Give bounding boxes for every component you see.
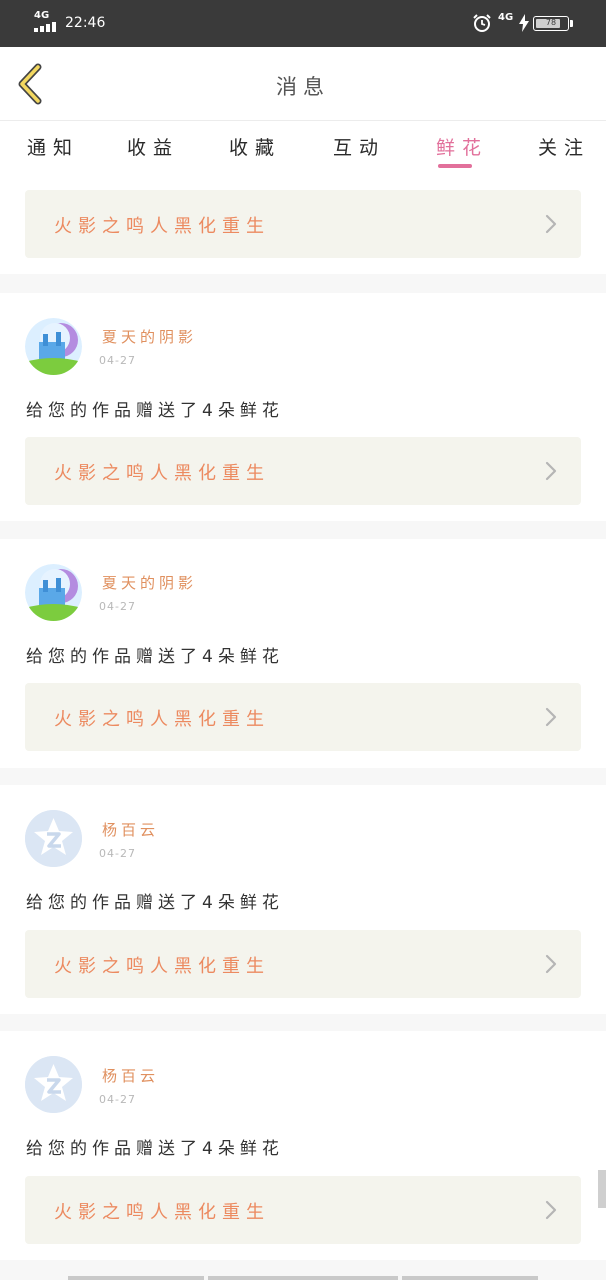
user-name[interactable]: 杨百云 bbox=[102, 819, 159, 840]
battery-icon: 78 bbox=[533, 16, 569, 31]
work-link[interactable]: 火影之鸣人黑化重生 bbox=[25, 930, 581, 998]
active-tab-indicator bbox=[438, 164, 472, 168]
work-title: 火影之鸣人黑化重生 bbox=[54, 956, 270, 977]
avatar[interactable] bbox=[25, 1056, 82, 1113]
work-link[interactable]: 火影之鸣人黑化重生 bbox=[25, 437, 581, 505]
tab-flowers[interactable]: 鲜花 bbox=[436, 133, 488, 160]
work-title: 火影之鸣人黑化重生 bbox=[54, 709, 270, 730]
user-name[interactable]: 夏天的阴影 bbox=[102, 572, 197, 593]
default-avatar-icon bbox=[25, 1056, 82, 1113]
message-card: 杨百云 04-27 给您的作品赠送了4朵鲜花 火影之鸣人黑化重生 bbox=[0, 785, 606, 1014]
chevron-right-icon bbox=[545, 1200, 557, 1220]
user-name[interactable]: 杨百云 bbox=[102, 1065, 159, 1086]
header: 消息 bbox=[0, 47, 606, 121]
message-text: 给您的作品赠送了4朵鲜花 bbox=[26, 1139, 284, 1159]
message-card: 夏天的阴影 04-27 给您的作品赠送了4朵鲜花 火影之鸣人黑化重生 bbox=[0, 539, 606, 768]
tab-interactions[interactable]: 互动 bbox=[333, 133, 385, 160]
avatar[interactable] bbox=[25, 318, 82, 375]
user-name[interactable]: 夏天的阴影 bbox=[102, 326, 197, 347]
work-title: 火影之鸣人黑化重生 bbox=[54, 216, 270, 237]
bottom-tab-stub bbox=[402, 1276, 538, 1280]
charging-icon bbox=[519, 14, 529, 32]
default-avatar-icon bbox=[25, 810, 82, 867]
tab-favorites[interactable]: 收藏 bbox=[229, 133, 281, 160]
signal-icon bbox=[34, 22, 60, 32]
status-bar: 4G 22:46 4G 78 bbox=[0, 0, 606, 47]
chevron-right-icon bbox=[545, 707, 557, 727]
message-card: 夏天的阴影 04-27 给您的作品赠送了4朵鲜花 火影之鸣人黑化重生 bbox=[0, 293, 606, 521]
bottom-tab-stub bbox=[208, 1276, 398, 1280]
message-text: 给您的作品赠送了4朵鲜花 bbox=[26, 893, 284, 913]
chevron-right-icon bbox=[545, 214, 557, 234]
castle-avatar-icon bbox=[25, 564, 82, 621]
network-type-secondary: 4G bbox=[498, 12, 514, 23]
message-card: 杨百云 04-27 给您的作品赠送了4朵鲜花 火影之鸣人黑化重生 bbox=[0, 1031, 606, 1260]
battery-tip bbox=[570, 20, 573, 27]
network-type: 4G bbox=[34, 10, 50, 21]
avatar[interactable] bbox=[25, 810, 82, 867]
work-title: 火影之鸣人黑化重生 bbox=[54, 463, 270, 484]
work-title: 火影之鸣人黑化重生 bbox=[54, 1202, 270, 1223]
page-title: 消息 bbox=[276, 75, 330, 99]
tab-earnings[interactable]: 收益 bbox=[127, 133, 179, 160]
message-date: 04-27 bbox=[99, 354, 136, 367]
message-date: 04-27 bbox=[99, 600, 136, 613]
scrollbar-thumb[interactable] bbox=[598, 1170, 606, 1208]
messages-page: 4G 22:46 4G 78 消息 通知 收益 收藏 互动 鲜花 关注 火影之鸣… bbox=[0, 0, 606, 1280]
castle-avatar-icon bbox=[25, 318, 82, 375]
tab-notifications[interactable]: 通知 bbox=[27, 133, 79, 160]
message-card: 火影之鸣人黑化重生 bbox=[0, 173, 606, 274]
alarm-icon bbox=[473, 14, 491, 32]
message-date: 04-27 bbox=[99, 1093, 136, 1106]
chevron-right-icon bbox=[545, 461, 557, 481]
clock: 22:46 bbox=[65, 15, 106, 31]
bottom-tab-stub bbox=[68, 1276, 204, 1280]
message-text: 给您的作品赠送了4朵鲜花 bbox=[26, 647, 284, 667]
work-link[interactable]: 火影之鸣人黑化重生 bbox=[25, 683, 581, 751]
battery-level: 78 bbox=[545, 18, 557, 27]
avatar[interactable] bbox=[25, 564, 82, 621]
message-text: 给您的作品赠送了4朵鲜花 bbox=[26, 401, 284, 421]
message-date: 04-27 bbox=[99, 847, 136, 860]
tab-bar: 通知 收益 收藏 互动 鲜花 关注 bbox=[0, 121, 606, 173]
tab-follows[interactable]: 关注 bbox=[538, 133, 590, 160]
work-link[interactable]: 火影之鸣人黑化重生 bbox=[25, 1176, 581, 1244]
work-link[interactable]: 火影之鸣人黑化重生 bbox=[25, 190, 581, 258]
chevron-right-icon bbox=[545, 954, 557, 974]
